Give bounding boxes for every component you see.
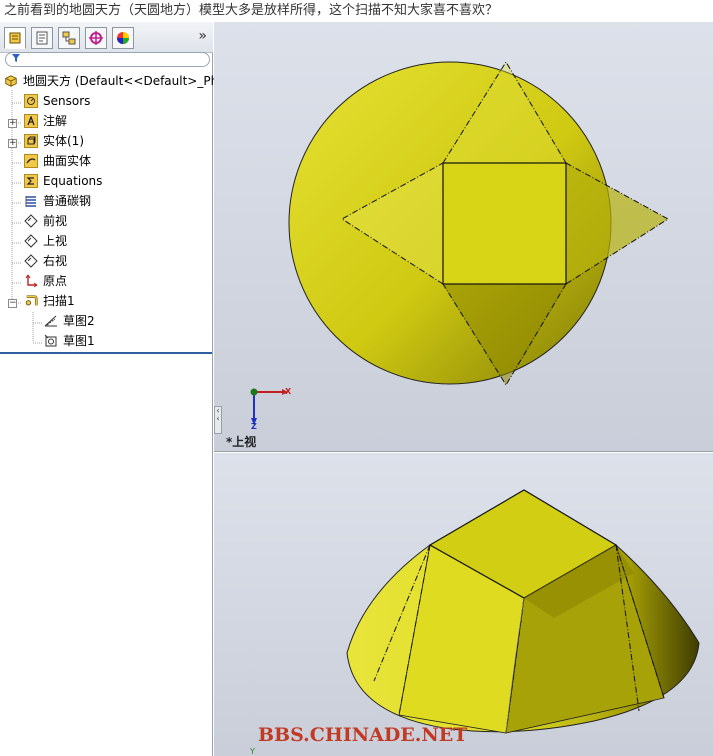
feature-tree: + + − 地圆天方 (Default<<Default>_Ph Sensors…: [0, 70, 218, 352]
view-triad: [250, 388, 288, 425]
plane-icon: [24, 234, 38, 248]
tree-node-label: 实体(1): [43, 134, 84, 148]
viewport-top[interactable]: X Z *上视: [214, 22, 713, 452]
sweep-icon: [24, 294, 38, 308]
surface-bodies-icon: [24, 154, 38, 168]
triad-y-label: Y: [250, 747, 255, 756]
model-iso-view: [346, 489, 700, 734]
tree-node-label: 右视: [43, 254, 68, 268]
triad-x-label: X: [285, 387, 292, 396]
tree-node-label: Equations: [43, 174, 103, 188]
tree-node-plane-right[interactable]: 右视: [24, 251, 67, 271]
panel-separator: [0, 352, 212, 354]
more-tabs-button[interactable]: »: [198, 28, 207, 44]
panel-tab-bar: »: [0, 22, 213, 53]
display-manager-icon[interactable]: [112, 27, 134, 49]
view-name-label: *上视: [226, 435, 257, 449]
tree-node-label: 原点: [43, 274, 68, 288]
part-icon: [4, 74, 18, 88]
filter-icon: [11, 53, 21, 66]
material-icon: [24, 194, 38, 208]
plane-icon: [24, 254, 38, 268]
sensors-icon: [24, 94, 38, 108]
tree-node-sketch1[interactable]: 草图1: [44, 331, 95, 351]
configuration-manager-icon[interactable]: [58, 27, 80, 49]
top-square-face: [443, 163, 566, 284]
panel-collapse-handle[interactable]: ‹ ‹: [214, 406, 222, 434]
sketch-icon: [44, 334, 58, 348]
annotations-icon: [24, 114, 38, 128]
tree-node-origin[interactable]: 原点: [24, 271, 67, 291]
tree-node-equations[interactable]: Equations: [24, 171, 102, 191]
tree-node-label: 上视: [43, 234, 68, 248]
viewport-isometric[interactable]: BBS.CHINADE.NET Y: [214, 453, 713, 756]
watermark-text: BBS.CHINADE.NET: [258, 724, 468, 746]
tree-node-label: 草图2: [63, 314, 95, 328]
tree-node-sensors[interactable]: Sensors: [24, 91, 90, 111]
post-caption: 之前看到的地圆天方（天圆地方）模型大多是放样所得，这个扫描不知大家喜不喜欢？: [4, 3, 499, 18]
triad-z-label: Z: [251, 422, 257, 431]
expand-annotations-button[interactable]: +: [8, 119, 17, 128]
tree-node-sketch2[interactable]: 草图2: [44, 311, 95, 331]
tree-node-label: 注解: [43, 114, 68, 128]
origin-icon: [24, 274, 38, 288]
feature-tree-icon[interactable]: [4, 27, 26, 49]
tree-node-annotations[interactable]: 注解: [24, 111, 67, 131]
tree-node-solid-bodies[interactable]: 实体(1): [24, 131, 84, 151]
tree-filter-input[interactable]: [5, 52, 210, 67]
tree-node-plane-top[interactable]: 上视: [24, 231, 67, 251]
tree-node-material[interactable]: 普通碳钢: [24, 191, 91, 211]
tree-node-label: 前视: [43, 214, 68, 228]
tree-node-label: 曲面实体: [43, 154, 92, 168]
tree-node-label: Sensors: [43, 94, 91, 108]
tree-node-label: 普通碳钢: [43, 194, 92, 208]
plane-icon: [24, 214, 38, 228]
dimxpert-icon[interactable]: [85, 27, 107, 49]
tree-node-plane-front[interactable]: 前视: [24, 211, 67, 231]
expand-solid-bodies-button[interactable]: +: [8, 139, 17, 148]
tree-node-surface-bodies[interactable]: 曲面实体: [24, 151, 91, 171]
tree-node-sweep[interactable]: 扫描1: [24, 291, 75, 311]
feature-manager-panel: » + + − 地圆天方 (Default<<Default>_Ph Senso…: [0, 22, 218, 756]
equations-icon: [24, 174, 38, 188]
tree-node-part[interactable]: 地圆天方 (Default<<Default>_Ph: [4, 71, 218, 91]
property-manager-icon[interactable]: [31, 27, 53, 49]
tree-node-label: 草图1: [63, 334, 95, 348]
tree-node-label: 扫描1: [43, 294, 75, 308]
tree-node-label: 地圆天方 (Default<<Default>_Ph: [23, 74, 219, 88]
collapse-sweep-button[interactable]: −: [8, 299, 17, 308]
solid-bodies-icon: [24, 134, 38, 148]
sketch-icon: [44, 314, 58, 328]
